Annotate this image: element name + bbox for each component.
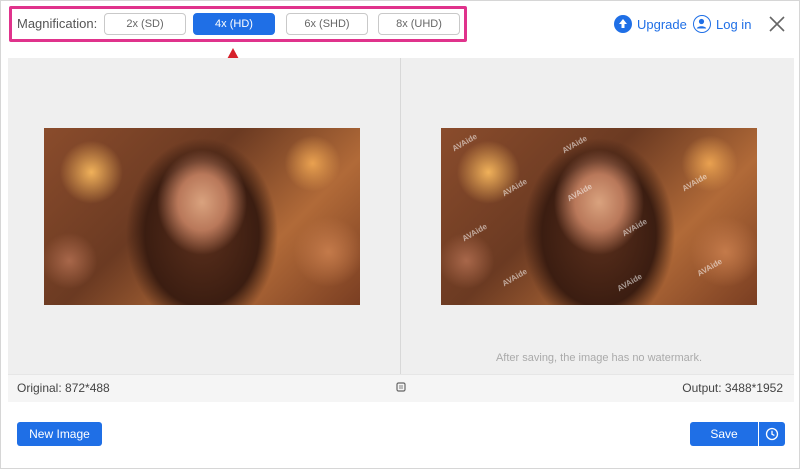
upload-arrow-icon: [614, 15, 632, 33]
history-button[interactable]: [759, 422, 785, 446]
login-button[interactable]: Log in: [693, 15, 751, 33]
watermark: AVAide: [450, 131, 479, 154]
user-icon: [693, 15, 711, 33]
watermark: AVAide: [500, 176, 529, 199]
output-image: AVAide AVAide AVAide AVAide AVAide AVAid…: [441, 128, 757, 305]
new-image-button[interactable]: New Image: [17, 422, 102, 446]
magnification-option-8x[interactable]: 8x (UHD): [378, 13, 460, 35]
output-size: Output: 3488*1952: [682, 381, 783, 395]
upscaler-window: Magnification: 2x (SD) 4x (HD) 6x (SHD) …: [0, 0, 800, 469]
watermark: AVAide: [695, 256, 724, 279]
magnification-option-4x[interactable]: 4x (HD): [193, 13, 275, 35]
watermark: AVAide: [560, 133, 589, 156]
no-watermark-note: After saving, the image has no watermark…: [495, 352, 703, 364]
watermark: AVAide: [460, 221, 489, 244]
original-size: Original: 872*488: [17, 381, 110, 395]
top-toolbar: Magnification: 2x (SD) 4x (HD) 6x (SHD) …: [1, 1, 800, 49]
original-image: [44, 128, 360, 305]
watermark: AVAide: [500, 266, 529, 289]
magnification-option-6x[interactable]: 6x (SHD): [286, 13, 368, 35]
watermark: AVAide: [615, 271, 644, 294]
magnification-label: Magnification:: [17, 16, 98, 31]
watermark: AVAide: [565, 181, 594, 204]
compare-icon[interactable]: [396, 382, 406, 392]
magnification-option-2x[interactable]: 2x (SD): [104, 13, 186, 35]
watermark: AVAide: [620, 216, 649, 239]
upgrade-button[interactable]: Upgrade: [614, 15, 687, 33]
save-button[interactable]: Save: [690, 422, 758, 446]
upgrade-label: Upgrade: [637, 16, 687, 32]
watermark: AVAide: [680, 171, 709, 194]
close-icon[interactable]: [768, 15, 786, 33]
clock-icon: [765, 427, 779, 441]
preview-divider: [400, 58, 401, 374]
login-label: Log in: [716, 16, 752, 32]
